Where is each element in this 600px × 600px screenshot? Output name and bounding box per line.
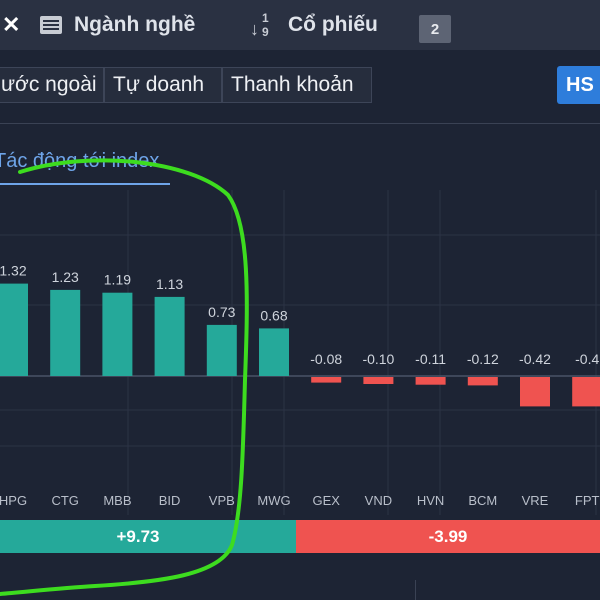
value-label-mwg: 0.68 — [260, 307, 287, 323]
close-icon[interactable]: ✕ — [2, 0, 20, 50]
bottom-divider — [415, 580, 416, 600]
bar-hvn[interactable] — [415, 377, 446, 385]
tab-liquidity[interactable]: Thanh khoản — [222, 67, 372, 103]
tick-label-mbb: MBB — [103, 493, 131, 508]
tick-label-fpt: FPT — [575, 493, 600, 508]
list-icon[interactable] — [40, 16, 62, 34]
tab-proprietary[interactable]: Tự doanh — [104, 67, 222, 103]
tab-stocks[interactable]: Cổ phiếu — [288, 0, 378, 50]
tab-industry[interactable]: Ngành nghề — [74, 0, 195, 50]
sort-numeric-icon[interactable]: ↓ 1 9 — [250, 11, 276, 41]
filter-tabs: ước ngoài Tự doanh Thanh khoản HS — [0, 50, 600, 122]
tick-label-vnd: VND — [365, 493, 392, 508]
bar-mwg[interactable] — [259, 328, 289, 376]
bar-hpg[interactable] — [0, 283, 28, 376]
value-label-hpg: 1.32 — [0, 263, 27, 279]
value-label-hvn: -0.11 — [415, 351, 446, 367]
value-label-vre: -0.42 — [519, 351, 551, 367]
bar-mbb[interactable] — [102, 292, 133, 376]
tick-label-hpg: HPG — [0, 493, 27, 508]
top-navigation-bar: ✕ Ngành nghề ↓ 1 9 Cổ phiếu 2 — [0, 0, 600, 51]
value-label-vnd: -0.10 — [362, 351, 394, 367]
tab-foreign[interactable]: ước ngoài — [0, 67, 104, 103]
bar-bid[interactable] — [154, 296, 185, 376]
market-impact-panel: ✕ Ngành nghề ↓ 1 9 Cổ phiếu 2 ước ngoài … — [0, 0, 600, 600]
bar-vre[interactable] — [520, 377, 550, 407]
bar-bcm[interactable] — [467, 377, 498, 386]
total-positive-impact: +9.73 — [0, 520, 296, 553]
count-badge[interactable]: 2 — [419, 15, 451, 43]
value-label-mbb: 1.19 — [104, 272, 131, 288]
tick-label-gex: GEX — [312, 493, 340, 508]
sort-digit-bottom: 9 — [262, 25, 269, 39]
bar-vnd[interactable] — [363, 377, 394, 384]
tick-label-vpb: VPB — [209, 493, 235, 508]
sort-digit-top: 1 — [262, 11, 269, 25]
total-negative-impact: -3.99 — [296, 520, 600, 553]
tick-label-bcm: BCM — [468, 493, 497, 508]
tab-index-impact[interactable]: Tác động tới index — [0, 150, 159, 173]
section-divider — [0, 123, 600, 124]
active-tab-indicator — [0, 183, 170, 185]
value-label-fpt: -0.4 — [575, 351, 599, 367]
bar-vpb[interactable] — [206, 324, 237, 376]
tick-label-bid: BID — [159, 493, 181, 508]
value-label-bcm: -0.12 — [467, 351, 499, 367]
value-label-bid: 1.13 — [156, 276, 183, 292]
tick-label-mwg: MWG — [257, 493, 290, 508]
bar-fpt[interactable] — [572, 377, 600, 407]
index-impact-chart: 1.32 1.23 1.19 1.13 0.73 0.68 -0.08 -0.10 -0.11 -… — [0, 190, 600, 515]
tick-label-hvn: HVN — [417, 493, 444, 508]
bar-ctg[interactable] — [50, 289, 81, 376]
value-label-vpb: 0.73 — [208, 304, 235, 320]
value-label-ctg: 1.23 — [52, 269, 79, 285]
tick-label-vre: VRE — [522, 493, 549, 508]
bar-gex[interactable] — [311, 377, 342, 383]
bottom-strip — [0, 553, 600, 600]
value-label-gex: -0.08 — [310, 351, 342, 367]
tick-label-ctg: CTG — [51, 493, 78, 508]
exchange-button[interactable]: HS — [557, 66, 600, 104]
